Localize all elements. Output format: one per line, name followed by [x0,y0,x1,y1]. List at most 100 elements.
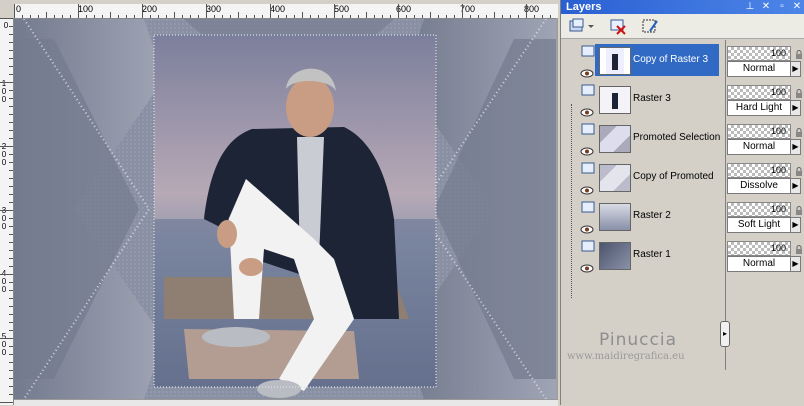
blend-mode-select[interactable]: Normal [727,256,791,272]
opacity-slider[interactable]: 100 [727,202,791,217]
dropdown-arrow-icon[interactable]: ▶ [790,139,801,155]
dropdown-arrow-icon[interactable]: ▶ [790,100,801,116]
visibility-eye-icon[interactable] [580,143,594,156]
visibility-eye-icon[interactable] [580,65,594,78]
ruler-tick [0,402,13,403]
composite-artwork [14,19,556,399]
delete-layer-icon[interactable] [609,17,627,35]
ruler-tick [438,15,439,18]
ruler-tick [9,194,13,195]
ruler-tick [9,202,13,203]
dropdown-arrow-icon[interactable] [587,17,595,35]
ruler-tick [9,106,13,107]
dropdown-arrow-icon[interactable]: ▶ [790,256,801,272]
ruler-tick [0,146,13,147]
ruler-label: 400 [270,4,286,14]
dropdown-arrow-icon[interactable]: ▶ [790,61,801,77]
edit-selection-icon[interactable] [641,17,659,35]
ruler-tick [542,15,543,18]
layer-row[interactable]: Raster 2 [565,196,723,235]
ruler-tick [446,15,447,18]
ruler-tick [358,15,359,18]
layer-name-area[interactable]: Promoted Selection [595,122,721,154]
lock-icon[interactable] [795,242,803,254]
layer-properties: 100 Normal ▶ [727,239,804,275]
blend-mode-select[interactable]: Dissolve [727,178,791,194]
layer-name-area[interactable]: Copy of Promoted [595,161,719,193]
ruler-tick [9,386,13,387]
layer-row[interactable]: Raster 3 [565,79,723,118]
layer-name: Raster 3 [633,93,671,104]
layer-name: Raster 2 [633,210,671,221]
lock-icon[interactable] [795,125,803,137]
vertical-scrollbar[interactable] [556,18,558,405]
ruler-tick [294,15,295,18]
lock-icon[interactable] [795,47,803,59]
lock-icon[interactable] [795,164,803,176]
opacity-slider[interactable]: 100 [727,46,791,61]
restore-icon[interactable]: ▫ [776,1,788,13]
pin-icon[interactable]: ⊥ [744,1,756,13]
layer-thumbnail [599,86,631,114]
ruler-tick [550,15,551,18]
layer-row[interactable]: Copy of Promoted [565,157,723,196]
layer-properties: 100 Normal ▶ [727,122,804,158]
canvas-image[interactable] [14,19,556,399]
layer-properties: 100 Normal ▶ [727,44,804,80]
visibility-eye-icon[interactable] [580,260,594,273]
layer-name-area[interactable]: Copy of Raster 3 [595,44,719,76]
ruler-tick [9,258,13,259]
ruler-tick [38,15,39,18]
layer-row[interactable]: Raster 1 [565,235,723,274]
canvas-area[interactable]: 0 100 200 300 400 500 600 700 800 0 1 0 … [0,0,558,406]
opacity-value: 100 [770,126,786,136]
layer-properties-column: 100 Normal ▶ 100 Hard Light ▶ 100 Normal… [725,40,804,370]
blend-mode-select[interactable]: Soft Light [727,217,791,233]
dropdown-arrow-icon[interactable]: ▶ [790,178,801,194]
ruler-tick [182,15,183,18]
layer-name-area[interactable]: Raster 1 [595,239,719,271]
ruler-tick [94,15,95,18]
layer-thumbnail [599,125,631,153]
new-layer-icon[interactable] [568,17,586,35]
ruler-tick [9,314,13,315]
blend-mode-select[interactable]: Normal [727,61,791,77]
layer-name: Copy of Promoted [633,171,714,182]
ruler-tick [310,15,311,18]
lock-icon[interactable] [795,203,803,215]
opacity-slider[interactable]: 100 [727,241,791,256]
layer-row[interactable]: Promoted Selection [565,118,723,157]
panel-titlebar[interactable]: Layers ⊥ ✕ ▫ ✕ [561,0,804,14]
blend-mode-select[interactable]: Normal [727,139,791,155]
ruler-tick [22,15,23,18]
layer-list[interactable]: Copy of Raster 3 Raster 3 Promoted Selec… [565,40,730,370]
lock-icon[interactable] [795,86,803,98]
visibility-eye-icon[interactable] [580,221,594,234]
dropdown-arrow-icon[interactable]: ▶ [790,217,801,233]
layer-row[interactable]: Copy of Raster 3 [565,40,723,79]
layer-type-icon [581,162,595,175]
ruler-tick [0,18,13,19]
ruler-tick [118,15,119,18]
ruler-tick [110,12,111,18]
blend-mode-select[interactable]: Hard Light [727,100,791,116]
visibility-eye-icon[interactable] [580,182,594,195]
visibility-eye-icon[interactable] [580,104,594,117]
ruler-tick [9,42,13,43]
close-x-icon[interactable]: ✕ [791,1,803,13]
layer-type-icon [581,45,595,58]
opacity-slider[interactable]: 100 [727,85,791,100]
ruler-tick [9,90,13,91]
ruler-tick [9,186,13,187]
ruler-tick [334,4,335,18]
opacity-slider[interactable]: 100 [727,124,791,139]
opacity-slider[interactable]: 100 [727,163,791,178]
layer-thumbnail [599,47,631,75]
close-icon[interactable]: ✕ [760,1,772,13]
layer-name-area[interactable]: Raster 3 [595,83,719,115]
ruler-tick [9,218,13,219]
layer-name: Promoted Selection [633,132,721,143]
layer-name-area[interactable]: Raster 2 [595,200,719,232]
ruler-tick [9,266,13,267]
layers-toolbar [561,14,804,39]
